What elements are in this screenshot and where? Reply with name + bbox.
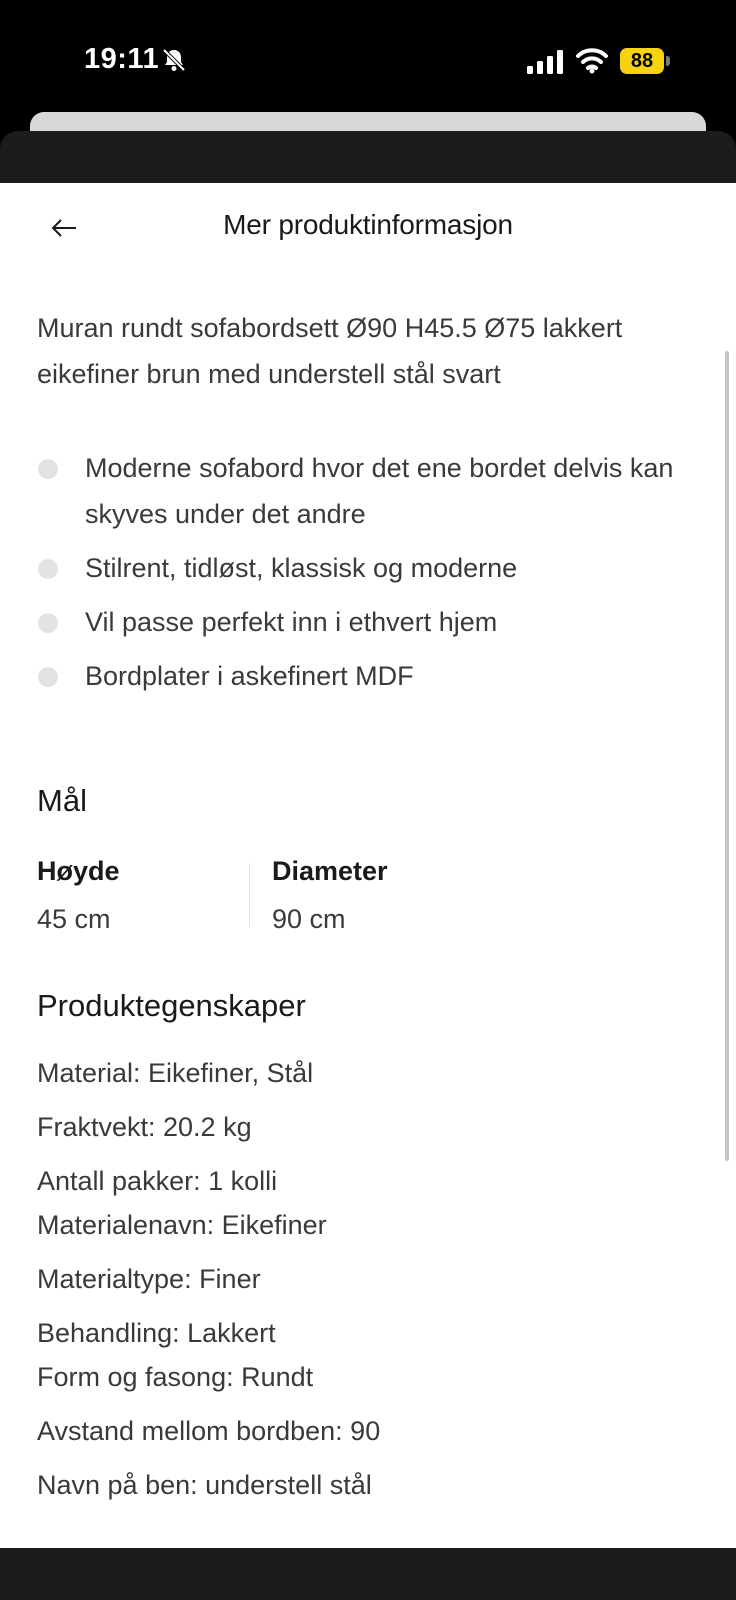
dimension-diameter: Diameter 90 cm [272, 853, 388, 937]
feature-item: Stilrent, tidløst, klassisk og moderne [37, 545, 707, 591]
bullet-icon [38, 613, 58, 633]
bullet-icon [38, 667, 58, 687]
page-title: Mer produktinformasjon [223, 209, 513, 240]
property-line: Form og fasong: Rundt [37, 1362, 314, 1392]
status-bar: 19:11 88 [0, 0, 736, 115]
scrollbar[interactable] [725, 351, 729, 1161]
feature-item: Bordplater i askefinert MDF [37, 653, 707, 699]
wifi-icon [576, 48, 608, 74]
dimensions-heading: Mål [37, 783, 87, 818]
properties-heading: Produktegenskaper [37, 988, 306, 1023]
property-line: Fraktvekt: 20.2 kg [37, 1112, 252, 1142]
dimension-value: 90 cm [272, 904, 346, 934]
feature-item: Moderne sofabord hvor det ene bordet del… [37, 445, 707, 537]
property-line: Avstand mellom bordben: 90 [37, 1416, 381, 1446]
battery-cap [666, 56, 670, 66]
bullet-icon [38, 559, 58, 579]
property-line: Navn på ben: understell stål [37, 1470, 372, 1500]
dimension-value: 45 cm [37, 904, 111, 934]
properties-list: Material: Eikefiner, Stål Fraktvekt: 20.… [37, 1053, 697, 1505]
property-line: Behandling: Lakkert [37, 1318, 276, 1348]
background-sheet-dark [0, 131, 736, 191]
dimension-label: Høyde [37, 856, 120, 886]
bottom-bar [0, 1548, 736, 1600]
property-line: Materialenavn: Eikefiner [37, 1210, 327, 1240]
bullet-icon [38, 459, 58, 479]
feature-text: Stilrent, tidløst, klassisk og moderne [85, 553, 518, 583]
product-description: Muran rundt sofabordsett Ø90 H45.5 Ø75 l… [37, 313, 623, 389]
dimension-label: Diameter [272, 856, 388, 886]
feature-text: Vil passe perfekt inn i ethvert hjem [85, 607, 498, 637]
battery-icon: 88 [620, 48, 664, 74]
product-info-sheet: Mer produktinformasjon Muran rundt sofab… [0, 183, 736, 1548]
status-time: 19:11 [84, 43, 160, 75]
property-line: Materialtype: Finer [37, 1264, 261, 1294]
cellular-signal-icon [527, 50, 563, 74]
screen: 19:11 88 Mer produktinformasjon Muran ru… [0, 0, 736, 1600]
bell-slash-icon [162, 48, 186, 72]
property-line: Antall pakker: 1 kolli [37, 1166, 278, 1196]
feature-item: Vil passe perfekt inn i ethvert hjem [37, 599, 707, 645]
feature-text: Bordplater i askefinert MDF [85, 661, 414, 691]
dimension-height: Høyde 45 cm [37, 853, 120, 937]
feature-list: Moderne sofabord hvor det ene bordet del… [37, 445, 707, 707]
dimension-divider [249, 863, 250, 927]
feature-text: Moderne sofabord hvor det ene bordet del… [85, 453, 674, 529]
property-line: Material: Eikefiner, Stål [37, 1058, 314, 1088]
